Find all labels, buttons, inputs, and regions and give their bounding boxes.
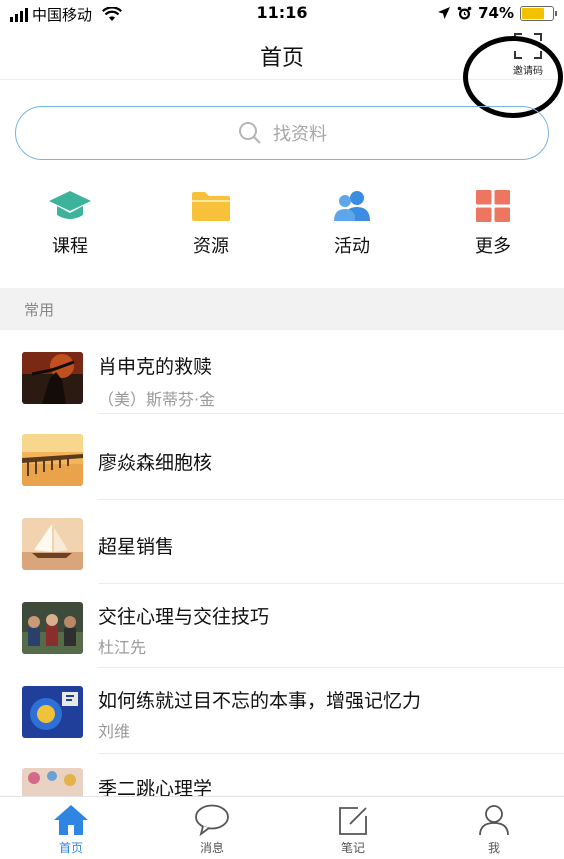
- quick-item-resource[interactable]: 资源: [161, 188, 261, 258]
- search-bar[interactable]: 找资料: [15, 106, 549, 160]
- quick-item-activity[interactable]: 活动: [302, 188, 402, 258]
- nav-header: 首页 邀请码: [0, 28, 564, 80]
- note-edit-icon: [339, 807, 367, 835]
- tab-label: 首页: [58, 841, 83, 855]
- section-label: 常用: [24, 301, 55, 319]
- tab-label: 笔记: [340, 841, 365, 855]
- status-bar: 中国移动 11:16 74%: [0, 0, 564, 28]
- scan-icon: [514, 33, 542, 59]
- search-placeholder: 找资料: [273, 124, 327, 145]
- invite-code-button[interactable]: 邀请码: [508, 32, 548, 77]
- chat-bubble-icon: [195, 804, 229, 836]
- section-header: 常用: [0, 288, 564, 330]
- tab-label: 消息: [199, 841, 224, 855]
- item-subtitle: 杜江先: [98, 638, 147, 657]
- battery-percent: 74%: [478, 4, 514, 22]
- list-item[interactable]: 交往心理与交往技巧 杜江先: [0, 584, 564, 668]
- tab-label: 我: [487, 841, 500, 855]
- item-title: 如何练就过目不忘的本事，增强记忆力: [98, 690, 422, 712]
- item-title: 交往心理与交往技巧: [98, 606, 270, 628]
- list-item[interactable]: 如何练就过目不忘的本事，增强记忆力 刘维: [0, 668, 564, 754]
- battery-icon: [520, 5, 557, 21]
- search-icon: [239, 122, 261, 144]
- item-subtitle: 刘维: [98, 722, 131, 741]
- list-item[interactable]: 超星销售: [0, 500, 564, 584]
- book-cover-thumbnail: [22, 352, 83, 404]
- group-photo-thumbnail: [22, 602, 83, 654]
- quick-item-course[interactable]: 课程: [20, 188, 120, 258]
- person-icon: [479, 805, 509, 836]
- quick-item-label: 活动: [334, 236, 370, 257]
- tab-home[interactable]: 首页: [31, 803, 111, 856]
- quick-item-label: 课程: [52, 236, 88, 257]
- bottom-tab-bar: 首页 消息 笔记 我: [0, 796, 564, 859]
- alarm-icon: [457, 6, 472, 19]
- quick-menu: 课程 资源 活动 更多: [0, 188, 564, 258]
- grid-icon: [476, 190, 510, 222]
- list-item[interactable]: 廖焱森细胞核: [0, 414, 564, 500]
- resource-list: 肖申克的救赎 （美）斯蒂芬·金 廖焱森细胞核 超星销售 交往心理与交往技巧 杜江…: [0, 330, 564, 838]
- quick-item-label: 更多: [475, 236, 511, 257]
- tab-messages[interactable]: 消息: [172, 803, 252, 856]
- people-icon: [334, 191, 370, 221]
- status-right: 74%: [437, 4, 557, 22]
- tab-me[interactable]: 我: [454, 803, 534, 856]
- quick-item-more[interactable]: 更多: [443, 188, 543, 258]
- location-arrow-icon: [438, 7, 451, 19]
- brain-thumbnail: [22, 686, 83, 738]
- item-subtitle: （美）斯蒂芬·金: [98, 390, 216, 409]
- home-icon: [54, 805, 88, 835]
- item-title: 超星销售: [98, 536, 175, 558]
- invite-code-label: 邀请码: [513, 66, 543, 77]
- sailboat-thumbnail: [22, 518, 83, 570]
- folder-icon: [192, 192, 230, 221]
- list-item[interactable]: 肖申克的救赎 （美）斯蒂芬·金: [0, 330, 564, 414]
- graduation-cap-icon: [49, 191, 91, 219]
- tab-notes[interactable]: 笔记: [313, 803, 393, 856]
- item-title: 廖焱森细胞核: [98, 452, 213, 474]
- page-title: 首页: [259, 46, 304, 71]
- item-title: 肖申克的救赎: [98, 356, 213, 378]
- pier-thumbnail: [22, 434, 83, 486]
- quick-item-label: 资源: [193, 236, 229, 257]
